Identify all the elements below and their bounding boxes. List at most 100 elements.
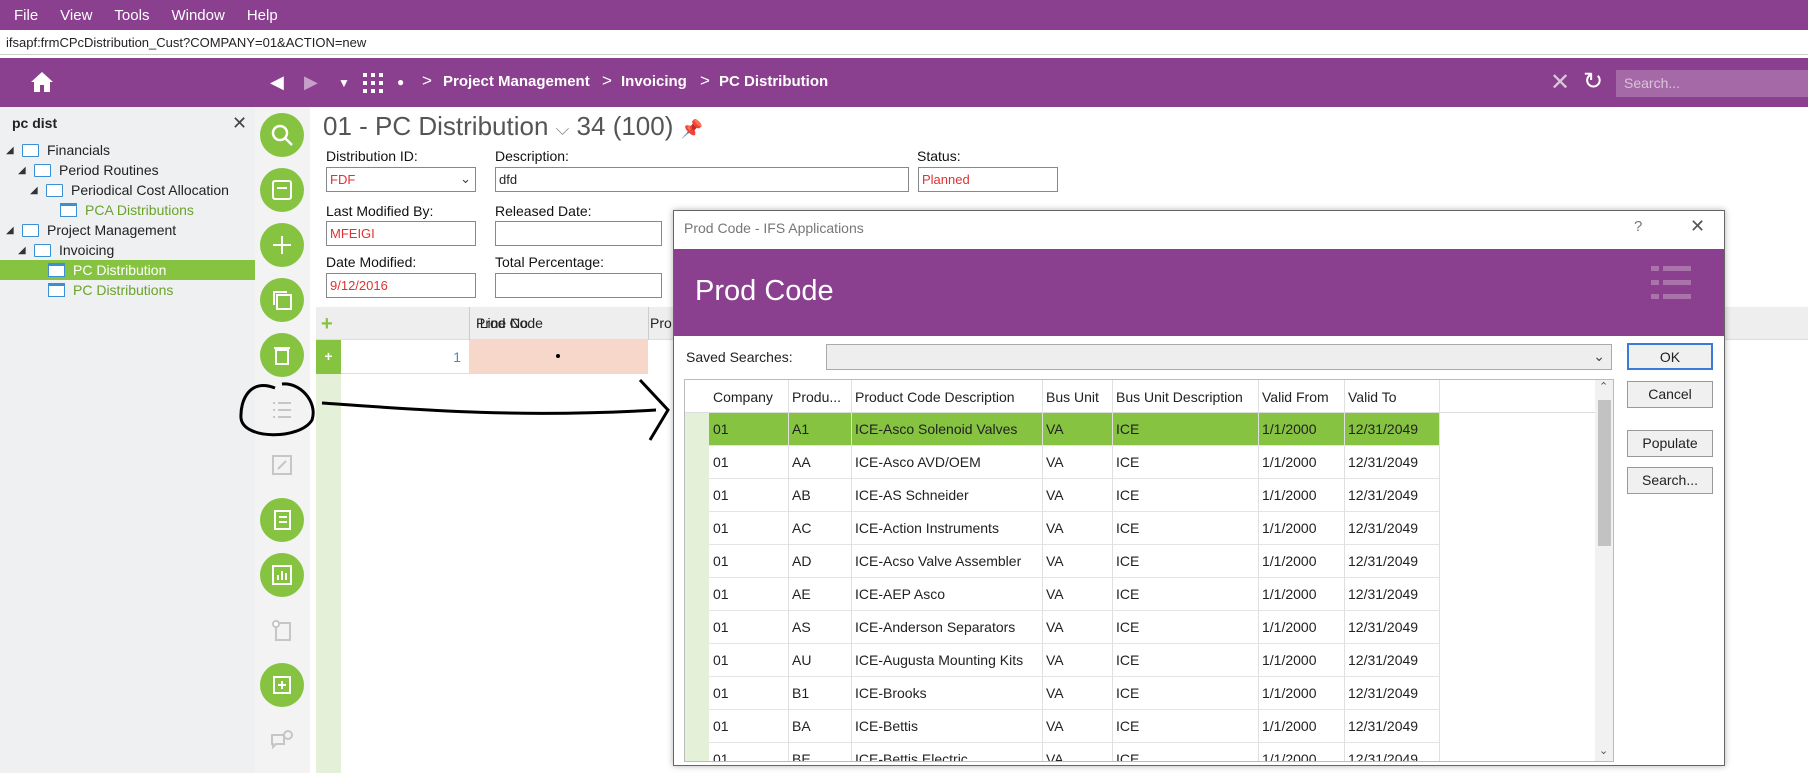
valid-from-cell: 1/1/2000 [1262,685,1317,701]
valid-from-cell: 1/1/2000 [1262,619,1317,635]
scroll-up-icon[interactable]: ⌃ [1599,380,1608,393]
table-row[interactable]: 01 BE ICE-Bettis Electric VA ICE 1/1/2000 12/3… [709,743,1439,762]
saved-searches-label: Saved Searches: [686,349,793,365]
product-code-cell: AD [792,553,812,569]
column-divider [1042,380,1043,761]
table-row[interactable]: 01 AB ICE-AS Schneider VA ICE 1/1/2000 12/31/2… [709,479,1439,512]
dialog-banner: Prod Code [674,249,1724,336]
description-cell: ICE-Augusta Mounting Kits [855,652,1024,668]
valid-to-cell: 12/31/2049 [1348,685,1419,701]
bus-unit-description-cell: ICE [1116,553,1140,569]
saved-searches-dropdown[interactable]: ⌄ [826,344,1612,370]
bus-unit-cell: VA [1046,454,1064,470]
column-valid-to[interactable]: Valid To [1348,389,1397,405]
prod-code-table: Company Produ... Product Code Descriptio… [684,379,1614,762]
list-icon[interactable] [1651,266,1693,310]
company-cell: 01 [713,751,729,762]
valid-from-cell: 1/1/2000 [1262,454,1317,470]
company-cell: 01 [713,520,729,536]
bus-unit-description-cell: ICE [1116,718,1140,734]
company-cell: 01 [713,454,729,470]
dialog-heading: Prod Code [695,275,834,307]
bus-unit-description-cell: ICE [1116,487,1140,503]
ok-button[interactable]: OK [1627,343,1713,370]
table-row[interactable]: 01 AC ICE-Action Instruments VA ICE 1/1/2000 1… [709,512,1439,545]
table-row[interactable]: 01 BA ICE-Bettis VA ICE 1/1/2000 12/31/2049 [709,710,1439,743]
table-row[interactable]: 01 A1 ICE-Asco Solenoid Valves VA ICE 1/1/200… [709,413,1439,446]
bus-unit-cell: VA [1046,619,1064,635]
help-icon[interactable]: ? [1634,218,1642,235]
bus-unit-description-cell: ICE [1116,751,1140,762]
description-cell: ICE-Brooks [855,685,927,701]
valid-from-cell: 1/1/2000 [1262,586,1317,602]
valid-from-cell: 1/1/2000 [1262,751,1317,762]
product-code-cell: AE [792,586,811,602]
column-product-code[interactable]: Produ... [792,389,841,405]
product-code-cell: BA [792,718,811,734]
valid-to-cell: 12/31/2049 [1348,619,1419,635]
product-code-cell: B1 [792,685,810,701]
bus-unit-description-cell: ICE [1116,586,1140,602]
bus-unit-description-cell: ICE [1116,619,1140,635]
cancel-button[interactable]: Cancel [1627,381,1713,408]
table-row[interactable]: 01 AD ICE-Acso Valve Assembler VA ICE 1/1/200… [709,545,1439,578]
column-divider [1112,380,1113,761]
product-code-cell: AS [792,619,811,635]
valid-from-cell: 1/1/2000 [1262,421,1317,437]
table-header: Company Produ... Product Code Descriptio… [685,380,1595,413]
company-cell: 01 [713,553,729,569]
valid-to-cell: 12/31/2049 [1348,487,1419,503]
valid-from-cell: 1/1/2000 [1262,718,1317,734]
close-icon[interactable]: ✕ [1690,216,1705,237]
description-cell: ICE-AEP Asco [855,586,946,602]
column-divider [1258,380,1259,761]
bus-unit-cell: VA [1046,652,1064,668]
product-code-cell: BE [792,751,811,762]
column-valid-from[interactable]: Valid From [1262,389,1329,405]
column-product-code-description[interactable]: Product Code Description [855,389,1015,405]
table-row[interactable]: 01 AS ICE-Anderson Separators VA ICE 1/1/2000… [709,611,1439,644]
bus-unit-cell: VA [1046,487,1064,503]
column-divider [851,380,852,761]
bus-unit-description-cell: ICE [1116,520,1140,536]
description-cell: ICE-Bettis [855,718,919,734]
annotation-arrow-line [321,401,657,415]
table-row[interactable]: 01 AE ICE-AEP Asco VA ICE 1/1/2000 12/31/2049 [709,578,1439,611]
product-code-cell: AB [792,487,811,503]
scroll-down-icon[interactable]: ⌄ [1599,744,1608,757]
company-cell: 01 [713,586,729,602]
bus-unit-cell: VA [1046,586,1064,602]
company-cell: 01 [713,421,729,437]
product-code-cell: A1 [792,421,810,437]
bus-unit-description-cell: ICE [1116,685,1140,701]
column-company[interactable]: Company [713,389,773,405]
company-cell: 01 [713,685,729,701]
valid-from-cell: 1/1/2000 [1262,487,1317,503]
table-row[interactable]: 01 B1 ICE-Brooks VA ICE 1/1/2000 12/31/2049 [709,677,1439,710]
company-cell: 01 [713,487,729,503]
column-divider [1344,380,1345,761]
populate-button[interactable]: Populate [1627,430,1713,457]
bus-unit-description-cell: ICE [1116,454,1140,470]
scrollbar-thumb[interactable] [1598,400,1611,546]
column-bus-unit-description[interactable]: Bus Unit Description [1116,389,1243,405]
bus-unit-cell: VA [1046,718,1064,734]
bus-unit-description-cell: ICE [1116,421,1140,437]
row-selector-column [685,413,709,761]
product-code-cell: AA [792,454,811,470]
company-cell: 01 [713,619,729,635]
description-cell: ICE-Asco AVD/OEM [855,454,981,470]
column-divider [788,380,789,761]
vertical-scrollbar[interactable]: ⌃ ⌄ [1595,380,1613,761]
dialog-window-title: Prod Code - IFS Applications [684,220,864,236]
table-row[interactable]: 01 AU ICE-Augusta Mounting Kits VA ICE 1/1/20… [709,644,1439,677]
company-cell: 01 [713,718,729,734]
bus-unit-cell: VA [1046,685,1064,701]
column-bus-unit[interactable]: Bus Unit [1046,389,1099,405]
prod-code-dialog: Prod Code - IFS Applications ? ✕ Prod Co… [673,210,1725,766]
table-row[interactable]: 01 AA ICE-Asco AVD/OEM VA ICE 1/1/2000 12/31/2… [709,446,1439,479]
valid-to-cell: 12/31/2049 [1348,652,1419,668]
valid-to-cell: 12/31/2049 [1348,718,1419,734]
search-button[interactable]: Search... [1627,467,1713,494]
valid-from-cell: 1/1/2000 [1262,652,1317,668]
